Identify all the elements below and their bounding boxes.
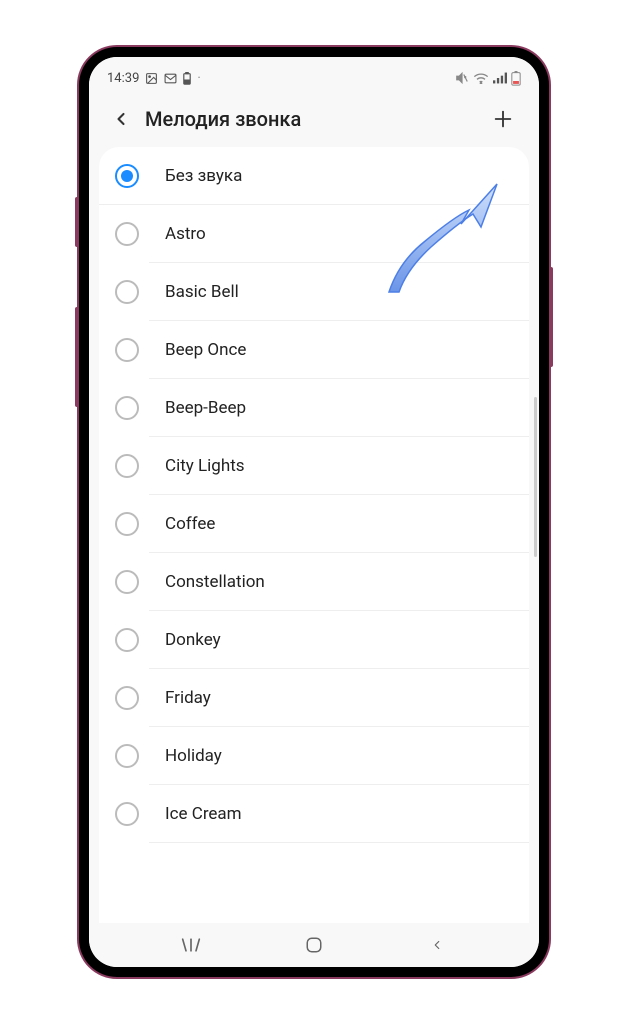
radio-button[interactable] xyxy=(115,686,139,710)
ringtone-label: Coffee xyxy=(165,514,215,534)
wifi-icon xyxy=(473,72,489,84)
radio-button[interactable] xyxy=(115,628,139,652)
scrollbar[interactable] xyxy=(534,397,537,557)
radio-button[interactable] xyxy=(115,570,139,594)
battery-icon xyxy=(511,71,521,86)
radio-button[interactable] xyxy=(115,454,139,478)
nav-back-button[interactable] xyxy=(407,930,467,960)
ringtone-item[interactable]: Basic Bell xyxy=(149,263,529,321)
status-bar: 14:39 · xyxy=(89,57,539,91)
app-header: Мелодия звонка xyxy=(89,91,539,147)
back-button[interactable] xyxy=(105,103,137,135)
ringtone-label: Без звука xyxy=(165,166,242,186)
ringtone-item[interactable]: Beep-Beep xyxy=(149,379,529,437)
radio-button[interactable] xyxy=(115,280,139,304)
ringtone-label: Friday xyxy=(165,688,211,708)
status-dot: · xyxy=(197,71,200,86)
radio-button[interactable] xyxy=(115,164,139,188)
ringtone-item[interactable]: Friday xyxy=(149,669,529,727)
recents-button[interactable] xyxy=(161,930,221,960)
ringtone-label: Beep Once xyxy=(165,340,246,360)
ringtone-label: Basic Bell xyxy=(165,282,239,302)
ringtone-item[interactable]: Без звука xyxy=(99,147,529,205)
status-time: 14:39 xyxy=(107,71,139,86)
ringtone-label: Donkey xyxy=(165,630,221,650)
radio-button[interactable] xyxy=(115,744,139,768)
ringtone-label: Ice Cream xyxy=(165,804,242,824)
radio-button[interactable] xyxy=(115,338,139,362)
ringtone-list: Без звука Astro Basic Bell Beep Once Beep-Be… xyxy=(99,147,529,923)
radio-button[interactable] xyxy=(115,802,139,826)
battery-small-icon xyxy=(183,72,191,85)
home-button[interactable] xyxy=(284,930,344,960)
navigation-bar xyxy=(89,923,539,967)
ringtone-item[interactable]: Ice Cream xyxy=(149,785,529,843)
phone-frame: 14:39 · xyxy=(79,47,549,977)
page-title: Мелодия звонка xyxy=(145,107,483,131)
screen: 14:39 · xyxy=(89,57,539,967)
ringtone-item[interactable]: Donkey xyxy=(149,611,529,669)
add-button[interactable] xyxy=(483,99,523,139)
ringtone-label: Astro xyxy=(165,224,206,244)
mute-icon xyxy=(455,71,469,85)
mail-icon xyxy=(164,73,177,84)
radio-button[interactable] xyxy=(115,396,139,420)
ringtone-label: Beep-Beep xyxy=(165,398,246,418)
ringtone-item[interactable]: City Lights xyxy=(149,437,529,495)
signal-icon xyxy=(493,72,507,84)
ringtone-item[interactable]: Coffee xyxy=(149,495,529,553)
ringtone-label: City Lights xyxy=(165,456,245,476)
radio-button[interactable] xyxy=(115,222,139,246)
ringtone-item[interactable]: Constellation xyxy=(149,553,529,611)
radio-button[interactable] xyxy=(115,512,139,536)
ringtone-item[interactable]: Astro xyxy=(149,205,529,263)
ringtone-label: Holiday xyxy=(165,746,222,766)
ringtone-label: Constellation xyxy=(165,572,265,592)
image-icon xyxy=(145,72,158,85)
ringtone-item[interactable]: Beep Once xyxy=(149,321,529,379)
ringtone-item[interactable]: Holiday xyxy=(149,727,529,785)
